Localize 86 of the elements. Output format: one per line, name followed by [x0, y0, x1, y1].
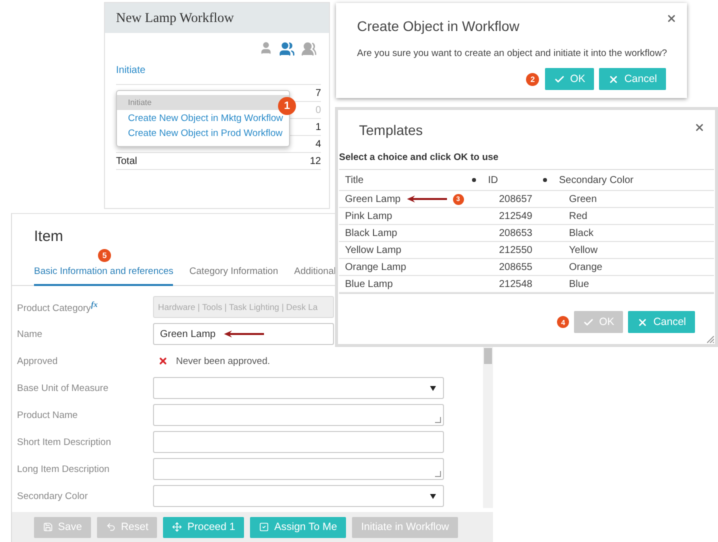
cross-icon: [608, 74, 620, 84]
template-row[interactable]: Pink Lamp 212549 Red: [339, 208, 714, 225]
table-cell-text: 212548: [498, 278, 534, 290]
table-cell-text: Blue: [568, 278, 590, 290]
caret-icon: [430, 386, 436, 391]
template-row[interactable]: Yellow Lamp 212550 Yellow: [339, 242, 714, 259]
table-cell-text: 212550: [498, 244, 534, 256]
cross-icon: [637, 316, 648, 328]
people-icon[interactable]: [259, 41, 273, 57]
pointer-arrow: [406, 195, 447, 203]
status-text: Never been approved.: [153, 356, 270, 366]
tab[interactable]: Additional: [294, 260, 336, 286]
column-header[interactable]: Title: [339, 174, 482, 186]
checkbox-icon: [259, 522, 270, 532]
field-label: Base Unit of Measure: [17, 382, 110, 394]
instruction-text: Select a choice and click OK to use: [339, 152, 500, 163]
count-value: 1: [315, 122, 321, 132]
action-button[interactable]: Proceed 1: [163, 516, 244, 538]
total-value: 12: [310, 156, 321, 166]
table-cell-text: Black: [568, 228, 594, 238]
count-value: 7: [315, 88, 321, 98]
template-row[interactable]: Black Lamp 208653 Black: [339, 225, 714, 242]
dropdown-field[interactable]: [153, 377, 444, 399]
template-row[interactable]: Orange Lamp 208655 Orange: [339, 259, 714, 276]
step-badge: 1: [278, 97, 296, 115]
column-header[interactable]: ID: [482, 174, 553, 186]
table-cell-text: Black Lamp: [344, 228, 398, 238]
table-cell-text: Green: [568, 194, 598, 204]
table-cell-text: Blue Lamp: [344, 278, 394, 290]
dropdown-field[interactable]: [153, 485, 444, 507]
resize-grip-icon: [435, 471, 441, 477]
sort-icon: [472, 178, 476, 182]
cancel-button[interactable]: Cancel: [628, 311, 695, 333]
category-field: Hardware | Tools | Task Lighting | Desk La: [153, 296, 334, 318]
dialog-message: Are you sure you want to create an object and initiate it into the workflow?: [357, 48, 666, 59]
table-cell-text: Red: [568, 210, 588, 222]
field-label: Product Name: [17, 410, 79, 420]
template-row[interactable]: Blue Lamp 212548 Blue: [339, 276, 714, 293]
action-button[interactable]: Assign To Me: [250, 516, 346, 538]
ok-button[interactable]: OK: [545, 68, 594, 90]
table-cell-text: 208655: [498, 262, 534, 272]
field-label: Name: [17, 328, 44, 340]
dialog-title: Create Object in Workflow: [357, 18, 520, 34]
table-cell-text: 208653: [498, 228, 534, 238]
people-icon[interactable]: [279, 41, 295, 57]
field-label: Product Category$^{fx}$: [17, 300, 99, 314]
field-label: Approved: [17, 356, 59, 366]
initiate-link[interactable]: Initiate: [116, 65, 146, 76]
count-value: 0: [315, 104, 321, 116]
dialog-title: Templates: [359, 122, 423, 138]
table-cell-text: 208657: [498, 194, 534, 204]
four-way-arrow-icon: [172, 522, 182, 532]
resize-grip-icon: [435, 417, 441, 423]
people-icon[interactable]: [301, 41, 317, 57]
tab[interactable]: Category Information: [189, 260, 278, 286]
column-header[interactable]: Secondary Color: [553, 174, 714, 186]
table-cell-text: 212549: [498, 210, 534, 222]
cross-icon: [158, 356, 168, 366]
panel-title: Item: [34, 228, 64, 245]
caret-icon: [430, 494, 436, 499]
table-cell-text: Yellow: [568, 244, 599, 256]
count-value: 4: [315, 138, 321, 150]
menu-item[interactable]: Create New Object in Prod Workflow: [117, 125, 289, 140]
close-icon[interactable]: [694, 122, 705, 133]
card-title: New Lamp Workflow: [116, 10, 234, 26]
text-area[interactable]: [153, 404, 444, 426]
table-cell-text: Pink Lamp: [344, 210, 394, 222]
sort-icon: [543, 178, 547, 182]
table-cell-text: Orange: [568, 262, 604, 272]
total-label: Total: [116, 156, 138, 166]
text-field[interactable]: [153, 431, 444, 453]
check-icon: [583, 316, 594, 328]
tab[interactable]: Basic Information and references: [34, 260, 174, 286]
text-field[interactable]: Green Lamp: [153, 323, 334, 345]
table-cell-text: Yellow Lamp: [344, 244, 402, 256]
cancel-button[interactable]: Cancel: [599, 68, 666, 90]
text-area[interactable]: [153, 458, 444, 480]
field-label: Long Item Description: [17, 464, 110, 474]
undo-icon: [106, 522, 116, 532]
check-icon: [554, 74, 566, 84]
table-cell-text: Orange Lamp: [344, 262, 408, 272]
field-label: Short Item Description: [17, 436, 112, 448]
resize-grip-icon: [707, 336, 714, 343]
field-label: Secondary Color: [17, 490, 89, 502]
close-icon[interactable]: [666, 13, 677, 24]
scroll-thumb[interactable]: [484, 348, 492, 364]
